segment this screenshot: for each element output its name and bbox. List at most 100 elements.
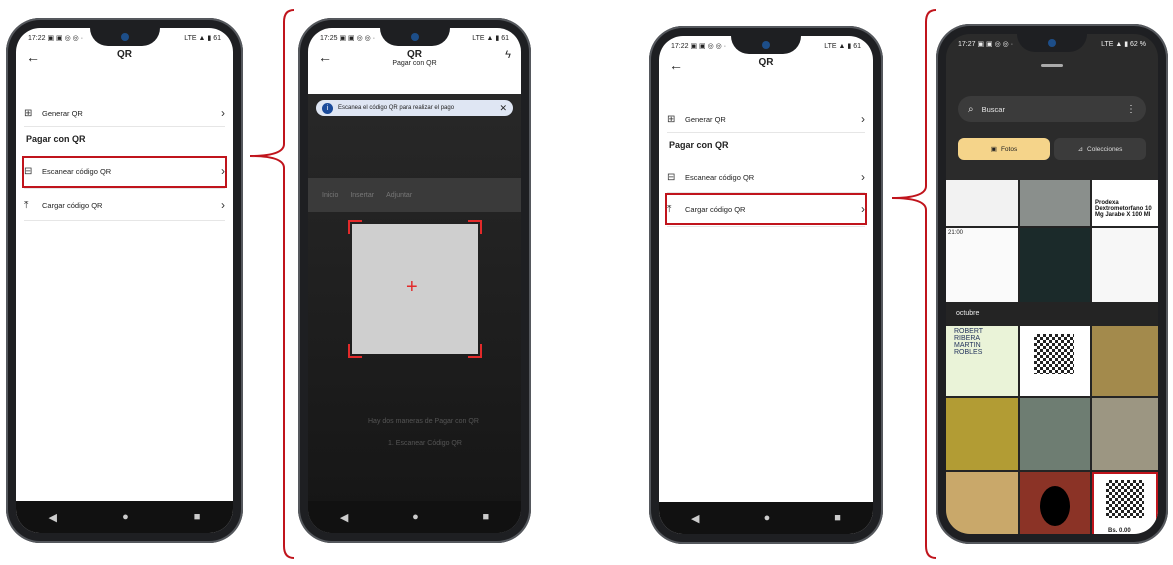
tab-label: Fotos [1000,145,1018,153]
menu-item-label: Cargar código QR [42,200,103,210]
crosshair-icon: + [406,276,418,298]
drag-handle[interactable] [1041,64,1063,67]
phone-4: 17:27 ▣ ▣ ◎ ◎ · LTE ▲ ▮ 62 % ⌕ Buscar ⋮ … [936,24,1168,544]
thumb-text: Dextrometorfano 10 Mg Jarabe X 100 Ml [1095,206,1152,218]
photo-icon: ▣ [990,146,997,153]
notch [1017,34,1087,52]
page-subtitle: Pagar con QR [392,60,437,67]
qr-menu-screen: 17:22 ▣ ▣ ◎ ◎ · LTE ▲ ▮ 61 ← QR ⊞ Genera… [16,28,233,533]
app-header: ← QR Pagar con QR ϟ [308,46,521,72]
tab-colecciones[interactable]: ⊿ Colecciones [1054,138,1146,160]
system-nav-bar: ◀ ● ■ [16,501,233,533]
photo-thumbnail[interactable] [1020,398,1090,470]
thumb-text: ROBLES [954,349,983,356]
photo-thumbnail[interactable] [1092,228,1158,302]
qr-code-icon [1106,480,1144,518]
nav-home-icon[interactable]: ● [764,512,771,524]
collections-icon: ⊿ [1077,146,1084,153]
menu-item-label: Escanear código QR [685,172,755,182]
close-icon[interactable]: ✕ [499,103,507,114]
qr-code-icon [1034,334,1074,374]
phone-2: Inicio Insertar Adjuntar Hay dos maneras… [298,18,531,543]
thumb-text: ROBERT [954,328,984,335]
app-header: ← QR [659,54,873,80]
info-banner: i Escanea el código QR para realizar el … [316,100,513,116]
nav-recents-icon[interactable]: ■ [194,511,201,523]
photo-thumbnail[interactable] [946,472,1018,534]
qr-menu-screen: 17:22 ▣ ▣ ◎ ◎ · LTE ▲ ▮ 61 ← QR ⊞ Genera… [659,36,873,534]
divider [24,126,225,127]
notch [379,28,450,46]
photo-thumbnail[interactable]: Prodexa Dextrometorfano 10 Mg Jarabe X 1… [1092,180,1158,226]
menu-item-cargar-qr[interactable]: ⤒ Cargar código QR › [24,190,225,220]
menu-item-escanear-qr[interactable]: ⊟ Escanear código QR › [667,162,865,192]
status-battery: 61 [501,35,509,42]
page-title: QR [407,49,422,60]
chevron-right-icon: › [861,170,865,184]
section-title: Pagar con QR [669,140,729,150]
banner-text: Escanea el código QR para realizar el pa… [338,105,455,111]
search-input[interactable]: ⌕ Buscar ⋮ [958,96,1146,122]
system-nav-bar: ◀ ● ■ [659,502,873,534]
notch [89,28,160,46]
divider [24,220,225,221]
photo-thumbnail[interactable]: 21:00 [946,228,1018,302]
thumb-text: MARTIN [954,342,981,349]
photo-thumbnail[interactable] [1020,472,1090,534]
more-vert-icon[interactable]: ⋮ [1126,104,1136,115]
qr-amount: Bs. 0.00 [1108,528,1131,534]
divider [667,132,865,133]
nav-back-icon[interactable]: ◀ [340,511,348,524]
bg-text: Insertar [350,191,375,199]
photo-thumbnail-selected[interactable]: Bs. 0.00 [1092,472,1158,534]
nav-home-icon[interactable]: ● [412,511,419,523]
phone-1: 17:22 ▣ ▣ ◎ ◎ · LTE ▲ ▮ 61 ← QR ⊞ Genera… [6,18,243,543]
menu-item-generar-qr[interactable]: ⊞ Generar QR › [667,104,865,134]
nav-recents-icon[interactable]: ■ [834,512,841,524]
info-icon: i [322,102,333,114]
nav-recents-icon[interactable]: ■ [482,511,489,523]
photo-thumbnail[interactable] [946,180,1018,226]
photo-thumbnail[interactable]: ROBERT RIBERA MARTIN ROBLES [946,326,1018,396]
photo-thumbnail[interactable] [1020,326,1090,396]
redaction-mark [1040,486,1070,526]
bg-text: Adjuntar [386,191,413,199]
annotation-brace [249,9,295,559]
photo-grid: Prodexa Dextrometorfano 10 Mg Jarabe X 1… [946,180,1158,534]
photo-thumbnail[interactable] [1092,326,1158,396]
scan-frame: + [348,220,482,358]
tab-label: Colecciones [1087,145,1123,153]
camera-bg-paragraph: Hay dos maneras de Pagar con QR [368,418,479,425]
nav-back-icon[interactable]: ◀ [691,512,699,525]
status-time: 17:25 [320,35,338,42]
photo-thumbnail[interactable] [1020,180,1090,226]
nav-back-icon[interactable]: ◀ [49,511,57,524]
photo-thumbnail[interactable] [1020,228,1090,302]
photo-thumbnail[interactable] [1092,398,1158,470]
bg-text: Inicio [322,191,339,199]
menu-item-label: Generar QR [685,114,726,124]
status-battery: 61 [853,43,861,50]
scan-frame-icon: ⊟ [667,171,676,183]
status-network: LTE [824,43,837,50]
page-title: QR [117,49,132,60]
camera-bg-step: 1. Escanear Código QR [388,440,462,447]
tab-fotos[interactable]: ▣ Fotos [958,138,1050,160]
status-battery: 62 % [1130,41,1146,48]
menu-item-generar-qr[interactable]: ⊞ Generar QR › [24,98,225,128]
photo-thumbnail[interactable] [946,398,1018,470]
scanner-screen: Inicio Insertar Adjuntar Hay dos maneras… [308,28,521,533]
qr-grid-icon: ⊞ [667,113,676,125]
gallery-screen: 17:27 ▣ ▣ ◎ ◎ · LTE ▲ ▮ 62 % ⌕ Buscar ⋮ … [946,34,1158,534]
chevron-right-icon: › [221,106,225,120]
search-icon: ⌕ [968,103,974,115]
status-battery: 61 [213,35,221,42]
menu-item-label: Generar QR [42,108,83,118]
status-network: LTE [184,35,197,42]
annotation-brace [891,9,937,559]
nav-home-icon[interactable]: ● [122,511,129,523]
status-time: 17:22 [28,35,46,42]
highlight-box [665,193,867,225]
camera-background-ribbon: Inicio Insertar Adjuntar [308,178,521,212]
flash-icon[interactable]: ϟ [505,49,511,61]
